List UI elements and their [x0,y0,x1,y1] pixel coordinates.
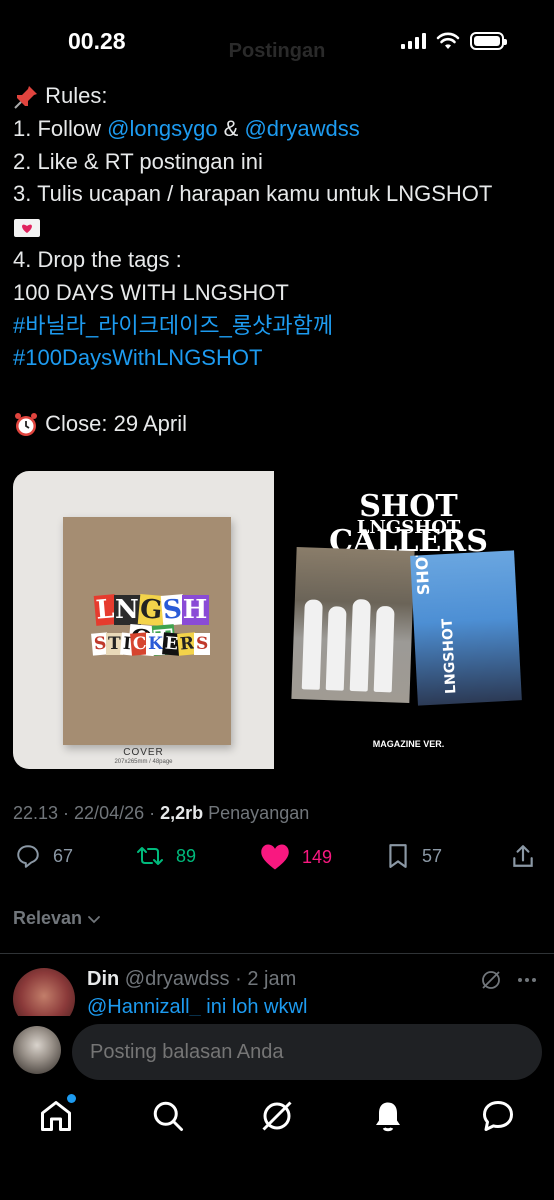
rule-2: 2. Like & RT postingan ini [13,148,263,174]
rule-3: 3. Tulis ucapan / harapan kamu untuk LNG… [13,181,493,207]
nav-home[interactable] [38,1094,76,1134]
tag-plain: 100 DAYS WITH LNGSHOT [13,279,289,305]
mention-dryawdss[interactable]: @dryawdss [244,116,359,141]
magazine-image[interactable]: SHOT CALLERS LNGSHOT SHOTCALLERS LNGSHOT… [276,471,541,769]
magazine-photo-group [291,546,415,704]
love-letter-line [13,211,548,244]
cover-label: COVER [123,747,164,758]
tweet-text: Rules: 1. Follow @longsygo & @dryawdss 2… [13,80,548,441]
reply-author-handle[interactable]: @dryawdss [125,968,230,990]
bottom-nav [0,1080,554,1200]
love-letter-icon [14,219,40,238]
reply-input[interactable] [72,1024,542,1080]
rules-line: Rules: [13,80,548,113]
sticker-letter: N [113,595,141,625]
like-count: 149 [302,846,333,867]
status-bar: 00.28 Postingan [0,0,554,80]
reply-button[interactable]: 67 [15,843,73,869]
user-avatar[interactable] [13,1026,61,1074]
close-line: Close: 29 April [13,408,548,441]
sticker-letter: H [181,595,210,625]
media-grid: LNGSHOT STICKERS COVER 207x265mm / 48pag… [13,471,541,769]
hashtag-100days[interactable]: #100DaysWithLNGSHOT [13,342,548,375]
rule-1: 1. Follow @longsygo & @dryawdss [13,115,360,141]
reply-time: · 2 jam [229,968,297,990]
grok-icon[interactable] [480,969,502,991]
action-bar: 67 89 149 57 [13,843,541,879]
magazine-photo-blue: SHOTCALLERS LNGSHOT [410,550,522,706]
home-icon [41,1101,71,1131]
wifi-icon [436,32,460,49]
bell-icon [376,1102,400,1132]
tweet-meta: 22.13 · 22/04/26 · 2,2rb Penayangan [13,803,310,823]
repost-icon [137,847,163,865]
status-icons [401,32,507,50]
bookmark-count: 57 [422,845,443,866]
chat-icon [483,1101,513,1131]
nav-search[interactable] [150,1098,186,1134]
battery-icon [470,32,507,50]
share-button[interactable] [510,843,536,869]
reply-author-name[interactable]: Din [87,968,119,990]
pushpin-emoji [14,86,37,109]
signal-icon [401,33,426,49]
magazine-subtitle: LNGSHOT [356,517,461,538]
view-count: 2,2rb [160,803,204,823]
nav-grok[interactable] [259,1098,295,1134]
cover-size: 207x265mm / 48page [114,759,173,765]
bookmark-button[interactable]: 57 [386,843,442,869]
rule-4: 4. Drop the tags : [13,246,182,272]
hashtag-korean[interactable]: #바닐라_라이크데이즈_롱샷과함께 [13,310,548,343]
heart-icon [261,844,289,870]
sort-dropdown[interactable]: Relevan [13,908,102,929]
reply-count: 67 [53,845,74,866]
mention-longsygo[interactable]: @longsygo [107,116,217,141]
sticker-subtitle: STICKERS [90,632,211,656]
reply-composer [0,1016,554,1080]
sticker-letter: S [194,633,211,655]
nav-messages[interactable] [480,1098,516,1134]
share-icon [513,845,533,867]
nav-notifications[interactable] [370,1098,406,1134]
search-icon [153,1101,183,1131]
magazine-version: MAGAZINE VER. [372,739,445,749]
repost-count: 89 [176,845,197,866]
reply-mention: @Hannizall_ ini loh wkwl [87,996,308,1016]
notification-dot [67,1094,76,1103]
sticker-cover-image[interactable]: LNGSHOT STICKERS COVER 207x265mm / 48pag… [13,471,274,769]
bookmark-icon [389,844,407,868]
more-icon[interactable] [516,969,538,991]
alarm-clock-icon [15,413,37,437]
reply-icon [17,845,39,868]
reply-header: Din @dryawdss · 2 jam [87,968,296,991]
sort-label: Relevan [13,908,83,928]
chevron-down-icon [88,915,100,923]
reply-text: @Hannizall_ ini loh wkwl [87,996,307,1016]
divider [0,953,554,954]
grok-icon [262,1101,292,1131]
like-button[interactable]: 149 [260,843,332,871]
sticker-book: LNGSHOT STICKERS [63,517,231,745]
repost-button[interactable]: 89 [136,843,196,869]
